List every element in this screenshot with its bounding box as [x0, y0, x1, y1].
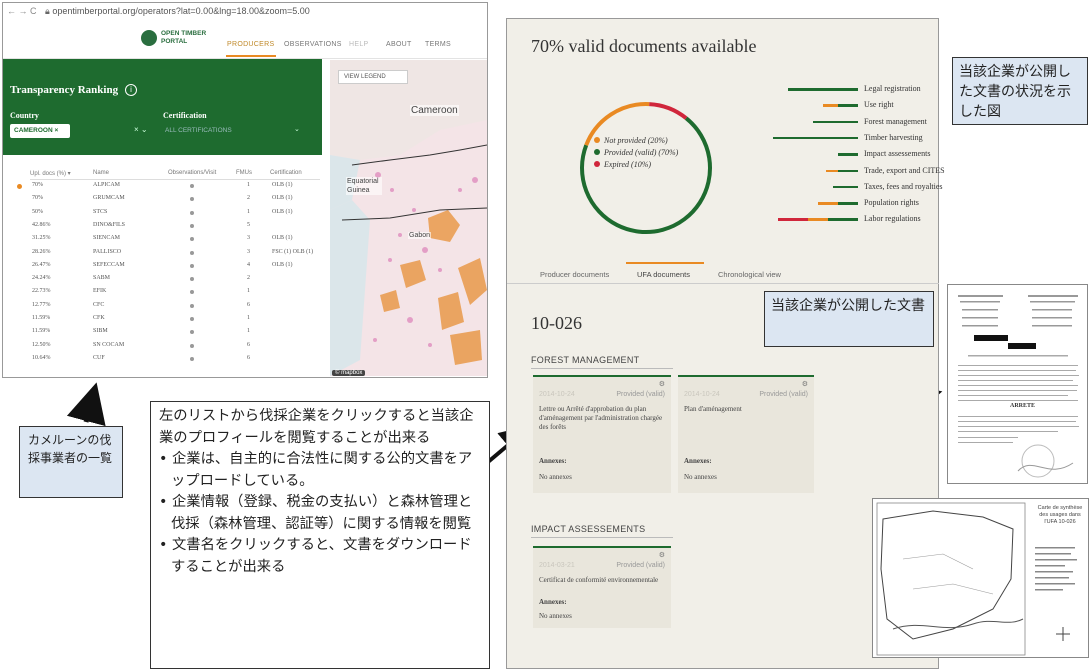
tabs-divider	[507, 283, 939, 284]
gear-icon[interactable]: ⚙	[802, 380, 808, 388]
category-label: Population rights	[864, 198, 919, 208]
category-label: Taxes, fees and royalties	[864, 181, 943, 191]
donut-segment	[649, 102, 688, 120]
section-rule	[531, 368, 673, 369]
annexes-label: Annexes:	[684, 457, 712, 465]
legend-dot-icon	[594, 161, 600, 167]
category-bar-segment	[838, 202, 858, 205]
doc-date: 2014-03-21	[539, 562, 575, 569]
annexes-value: No annexes	[539, 612, 572, 620]
active-tab-underline	[626, 262, 704, 264]
slide: ← → C 🔒︎ opentimberportal.org/operators?…	[0, 0, 1091, 672]
decree-title: ARRETE	[1010, 403, 1036, 409]
category-label: Trade, export and CITES	[864, 165, 945, 175]
section-rule	[531, 537, 673, 538]
annexes-label: Annexes:	[539, 457, 567, 465]
gear-icon[interactable]: ⚙	[659, 380, 665, 388]
category-label: Impact assessements	[864, 149, 931, 159]
doc-status: Provided (valid)	[759, 391, 808, 398]
category-bar-segment	[773, 136, 858, 140]
category-bar-segment	[778, 218, 808, 221]
tab-producer-documents[interactable]: Producer documents	[540, 270, 609, 279]
category-bar-segment	[828, 218, 858, 221]
category-label: Labor regulations	[864, 214, 921, 224]
scanned-decree-thumbnail: ARRETE	[947, 284, 1088, 484]
doc-status: Provided (valid)	[616, 562, 665, 569]
legend-not-provided: Not provided (20%)	[594, 136, 668, 145]
scanned-map-thumbnail: Carte de synthèse des usages dans l'UFA …	[872, 498, 1089, 658]
section-forest-management: FOREST MANAGEMENT	[531, 355, 640, 365]
callout-bullet-1: • 企業は、自主的に合法性に関する公的文書をアップロードしている。	[159, 451, 473, 489]
category-bar-segment	[823, 104, 838, 107]
doc-name-link[interactable]: Plan d'aménagement	[684, 405, 810, 414]
callout-published-docs: 当該企業が公開した文書	[764, 291, 934, 347]
legend-dot-icon	[594, 137, 600, 143]
callout-bullet-3: • 文書名をクリックすると、文書をダウンロードすることが出来る	[159, 537, 472, 575]
category-bar-segment	[838, 153, 858, 156]
category-bar-segment	[808, 218, 828, 221]
legend-expired: Expired (10%)	[594, 160, 651, 169]
legend-provided: Provided (valid) (70%)	[594, 148, 678, 157]
doc-card[interactable]: ⚙ 2014-03-21 Provided (valid) Certificat…	[533, 546, 671, 628]
tab-ufa-documents[interactable]: UFA documents	[637, 270, 690, 279]
ufa-code: 10-026	[531, 313, 582, 333]
callout-profile-info: 左のリストから伐採企業をクリックすると当該企業のプロフィールを閲覧することが出来…	[150, 401, 490, 669]
callout-status-figure: 当該企業が公開した文書の状況を示した図	[952, 57, 1088, 125]
ufa-title: 70% valid documents available	[531, 36, 757, 56]
legend-dot-icon	[594, 149, 600, 155]
annexes-label: Annexes:	[539, 598, 567, 606]
doc-date: 2014-10-24	[539, 391, 575, 398]
doc-card[interactable]: ⚙ 2014-10-24 Provided (valid) Lettre ou …	[533, 375, 671, 493]
category-bar-segment	[788, 88, 858, 91]
doc-card[interactable]: ⚙ 2014-10-24 Provided (valid) Plan d'amé…	[678, 375, 814, 493]
category-bar-segment	[826, 169, 838, 172]
gear-icon[interactable]: ⚙	[659, 551, 665, 559]
doc-name-link[interactable]: Lettre ou Arrêté d'approbation du plan d…	[539, 405, 665, 432]
doc-date: 2014-10-24	[684, 391, 720, 398]
category-bar-segment	[838, 104, 858, 107]
category-bar-segment	[813, 120, 858, 124]
doc-name-link[interactable]: Certificat de conformité environnemental…	[539, 576, 665, 585]
callout-bullet-2: • 企業情報（登録、税金の支払い）と森林管理と伐採（森林管理、認証等）に関する情…	[159, 494, 473, 532]
category-label: Timber harvesting	[864, 132, 923, 142]
category-bar-segment	[818, 202, 838, 205]
category-bar-segment	[833, 185, 858, 189]
annexes-value: No annexes	[539, 473, 572, 481]
category-bar-segment	[838, 169, 858, 172]
section-impact-assessments: IMPACT ASSESSEMENTS	[531, 524, 646, 534]
callout-operator-list: カメルーンの伐採事業者の一覧	[19, 426, 123, 498]
category-bars: Legal registration Use right Forest manage…	[740, 84, 945, 230]
map-document-title: Carte de synthèse des usages dans l'UFA …	[1037, 505, 1083, 525]
tab-chronological-view[interactable]: Chronological view	[718, 270, 781, 279]
arrow-up-to-list	[66, 382, 106, 427]
doc-status: Provided (valid)	[616, 391, 665, 398]
decree-document-image	[948, 285, 1087, 483]
category-label: Forest management	[864, 116, 927, 126]
category-label: Legal registration	[864, 84, 921, 93]
category-label: Use right	[864, 100, 894, 110]
annexes-value: No annexes	[684, 473, 717, 481]
callout-intro: 左のリストから伐採企業をクリックすると当該企業のプロフィールを閲覧することが出来…	[159, 408, 474, 446]
